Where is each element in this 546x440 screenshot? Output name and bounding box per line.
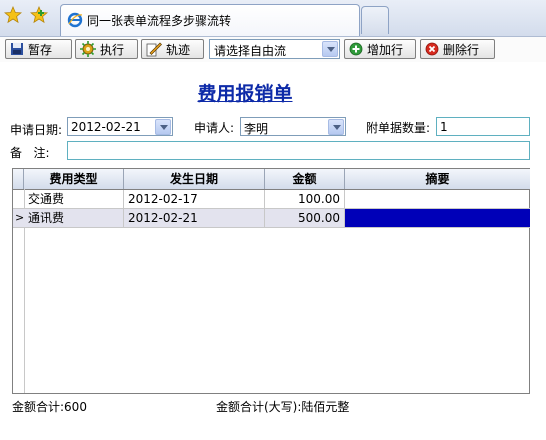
trace-button[interactable]: 轨迹 <box>141 39 204 59</box>
table-row[interactable]: 交通费 2012-02-17 100.00 <box>13 190 530 209</box>
form-toolbar: 暂存 执行 轨迹 请选择自由流 增加行 删除行 <box>0 37 546 62</box>
form-title: 费用报销单 <box>197 83 293 105</box>
applicant-value: 李明 <box>244 122 269 136</box>
chevron-down-icon[interactable] <box>322 41 338 57</box>
column-header-amount[interactable]: 金额 <box>265 169 345 189</box>
row-indicator-header <box>13 169 24 189</box>
tab-current-page[interactable]: 同一张表单流程多步骤流转 <box>60 4 360 36</box>
new-tab-button[interactable] <box>361 6 389 34</box>
attachment-count-input[interactable]: 1 <box>436 117 530 136</box>
current-row-indicator: > <box>15 211 25 224</box>
apply-date-label: 申请日期: <box>10 123 63 137</box>
total-amount-upper-value: 陆佰元整 <box>301 400 350 414</box>
add-circle-icon <box>349 42 363 56</box>
favorites-star-icon[interactable] <box>4 6 22 24</box>
date-cell[interactable]: 2012-02-17 <box>124 190 265 208</box>
expense-type-cell[interactable]: 通讯费 <box>24 209 124 227</box>
summary-cell[interactable] <box>345 190 530 208</box>
applicant-label: 申请人: <box>194 121 235 135</box>
amount-cell[interactable]: 100.00 <box>265 190 345 208</box>
add-row-button[interactable]: 增加行 <box>344 39 416 59</box>
amount-cell[interactable]: 500.00 <box>265 209 345 227</box>
expense-type-cell[interactable]: 交通费 <box>24 190 124 208</box>
attachment-count-value: 1 <box>440 120 448 134</box>
tab-title: 同一张表单流程多步骤流转 <box>87 14 232 28</box>
summary-cell-active[interactable] <box>345 209 530 227</box>
date-cell[interactable]: 2012-02-21 <box>124 209 265 227</box>
delete-row-button[interactable]: 删除行 <box>420 39 495 59</box>
delete-row-label: 删除行 <box>443 42 480 57</box>
column-header-summary[interactable]: 摘要 <box>345 169 530 189</box>
save-draft-label: 暂存 <box>28 42 53 57</box>
chevron-down-icon[interactable] <box>328 119 344 135</box>
total-amount-value: 600 <box>64 400 87 414</box>
floppy-disk-icon <box>11 43 23 55</box>
save-draft-button[interactable]: 暂存 <box>5 39 72 59</box>
column-header-expense-type[interactable]: 费用类型 <box>24 169 124 189</box>
gear-icon <box>80 41 96 57</box>
delete-circle-icon <box>425 42 439 56</box>
ie-page-icon <box>67 12 83 28</box>
table-row-selected[interactable]: > 通讯费 2012-02-21 500.00 <box>13 209 530 228</box>
pen-trace-icon <box>146 42 162 57</box>
grid-header: 费用类型 发生日期 金额 摘要 <box>13 169 530 190</box>
total-amount: 金额合计:600 <box>12 398 87 415</box>
apply-date-picker[interactable]: 2012-02-21 <box>67 117 173 136</box>
total-amount-upper-label: 金额合计(大写): <box>216 400 302 414</box>
remark-label: 备 注: <box>10 146 50 160</box>
chevron-down-icon[interactable] <box>155 119 171 135</box>
remark-input[interactable] <box>67 141 530 160</box>
apply-date-value: 2012-02-21 <box>71 120 141 134</box>
attachment-count-label: 附单据数量: <box>366 121 431 135</box>
total-amount-upper: 金额合计(大写):陆佰元整 <box>216 398 349 415</box>
free-flow-select[interactable]: 请选择自由流 <box>209 39 340 59</box>
browser-tab-strip: 同一张表单流程多步骤流转 <box>0 0 546 37</box>
free-flow-select-value: 请选择自由流 <box>214 44 287 58</box>
add-favorite-icon[interactable] <box>30 6 48 24</box>
applicant-select[interactable]: 李明 <box>240 117 346 136</box>
column-header-date[interactable]: 发生日期 <box>124 169 265 189</box>
execute-button[interactable]: 执行 <box>75 39 138 59</box>
execute-label: 执行 <box>100 42 125 57</box>
add-row-label: 增加行 <box>367 42 404 57</box>
trace-label: 轨迹 <box>166 42 191 57</box>
total-amount-label: 金额合计: <box>12 400 65 414</box>
expense-detail-grid: 费用类型 发生日期 金额 摘要 交通费 2012-02-17 100.00 > … <box>12 168 530 394</box>
